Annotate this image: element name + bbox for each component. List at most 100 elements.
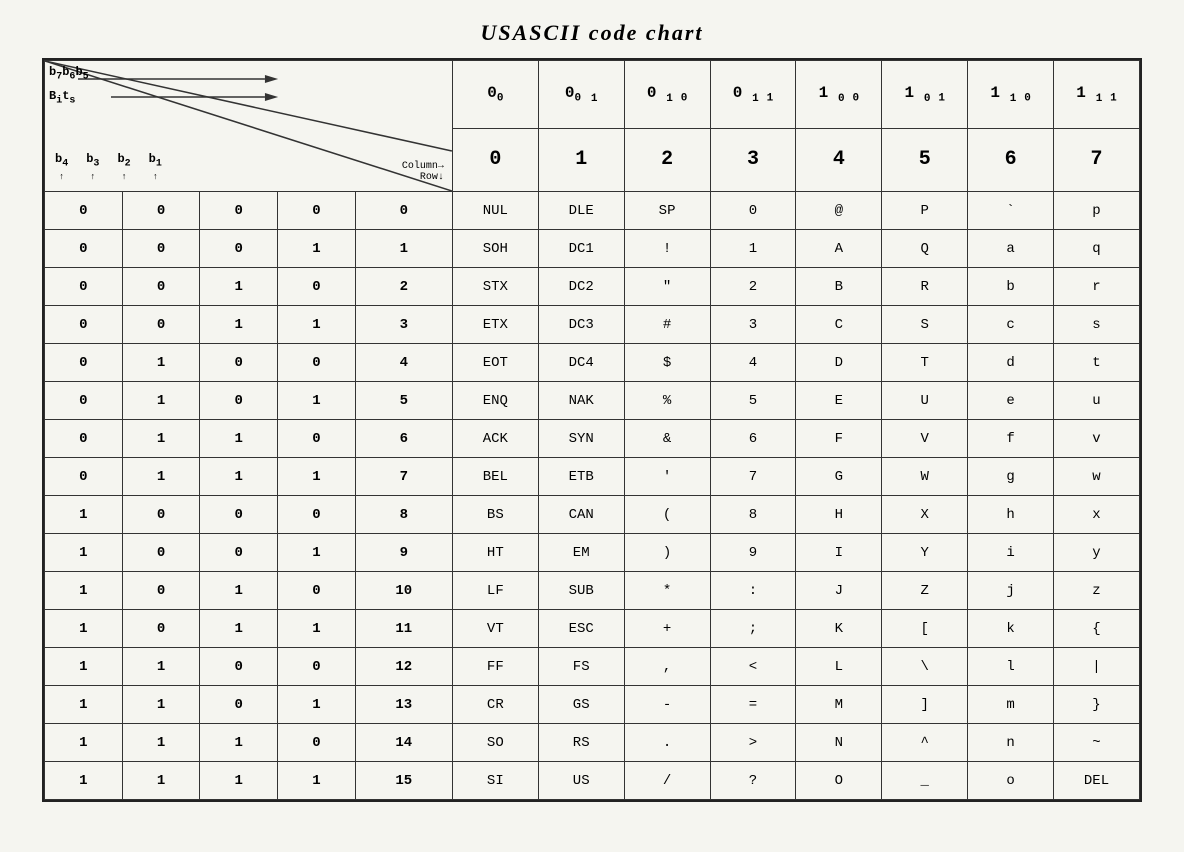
- char-col-3: 2: [710, 268, 796, 306]
- char-col-6: j: [968, 572, 1054, 610]
- b3-label: b3↑: [86, 152, 99, 183]
- char-col-5: ^: [882, 724, 968, 762]
- page-container: USASCII code chart: [42, 20, 1142, 802]
- bit-3-value: 1: [200, 724, 278, 762]
- bit-3-value: 1: [200, 762, 278, 800]
- char-col-7: q: [1054, 230, 1140, 268]
- table-row: 101010LFSUB*:JZjz: [45, 572, 1140, 610]
- char-col-1: DLE: [538, 192, 624, 230]
- col-num-3: 3: [710, 128, 796, 191]
- char-col-7: s: [1054, 306, 1140, 344]
- char-col-1: US: [538, 762, 624, 800]
- bit-2-value: 0: [122, 268, 200, 306]
- row-number: 7: [355, 458, 452, 496]
- char-col-4: I: [796, 534, 882, 572]
- char-col-0: SI: [452, 762, 538, 800]
- bit-3-value: 1: [200, 610, 278, 648]
- char-col-1: ESC: [538, 610, 624, 648]
- col-header-6-top: 1 1 0: [968, 61, 1054, 129]
- bit-1-value: 1: [45, 724, 123, 762]
- bit-1-value: 0: [45, 230, 123, 268]
- bit-3-value: 1: [200, 268, 278, 306]
- char-col-7: z: [1054, 572, 1140, 610]
- char-col-5: T: [882, 344, 968, 382]
- char-col-7: |: [1054, 648, 1140, 686]
- char-col-5: W: [882, 458, 968, 496]
- char-col-1: NAK: [538, 382, 624, 420]
- bit-3-value: 0: [200, 686, 278, 724]
- bit-2-value: 0: [122, 572, 200, 610]
- table-row: 111014SORS.>N^n~: [45, 724, 1140, 762]
- bit-1-value: 0: [45, 458, 123, 496]
- bit-3-value: 1: [200, 306, 278, 344]
- col-num-2: 2: [624, 128, 710, 191]
- char-col-0: BEL: [452, 458, 538, 496]
- table-row: 01106ACKSYN&6FVfv: [45, 420, 1140, 458]
- bit-3-value: 0: [200, 382, 278, 420]
- bit-3-value: 0: [200, 344, 278, 382]
- char-col-7: p: [1054, 192, 1140, 230]
- col-row-label: Column→Row↓: [402, 161, 444, 183]
- bit-4-value: 1: [278, 762, 356, 800]
- char-col-2: SP: [624, 192, 710, 230]
- table-row: 00000NULDLESP0@P`p: [45, 192, 1140, 230]
- char-col-1: EM: [538, 534, 624, 572]
- row-number: 12: [355, 648, 452, 686]
- bit-column-labels: b4↑ b3↑ b2↑ b1↑: [55, 152, 162, 183]
- col-num-1: 1: [538, 128, 624, 191]
- char-col-3: 9: [710, 534, 796, 572]
- char-col-1: DC3: [538, 306, 624, 344]
- char-col-5: V: [882, 420, 968, 458]
- char-col-0: BS: [452, 496, 538, 534]
- char-col-0: ACK: [452, 420, 538, 458]
- char-col-0: ENQ: [452, 382, 538, 420]
- row-number: 6: [355, 420, 452, 458]
- bit-1-value: 1: [45, 610, 123, 648]
- char-col-4: B: [796, 268, 882, 306]
- char-col-7: u: [1054, 382, 1140, 420]
- col-header-1-top: 00 1: [538, 61, 624, 129]
- bit-1-value: 1: [45, 572, 123, 610]
- char-col-3: 3: [710, 306, 796, 344]
- char-col-5: _: [882, 762, 968, 800]
- table-body: 00000NULDLESP0@P`p00011SOHDC1!1AQaq00102…: [45, 192, 1140, 800]
- bit-4-value: 0: [278, 572, 356, 610]
- row-number: 3: [355, 306, 452, 344]
- char-col-6: i: [968, 534, 1054, 572]
- char-col-2: /: [624, 762, 710, 800]
- bit-4-value: 0: [278, 420, 356, 458]
- bit-1-value: 1: [45, 648, 123, 686]
- char-col-1: DC2: [538, 268, 624, 306]
- char-col-3: ;: [710, 610, 796, 648]
- char-col-0: LF: [452, 572, 538, 610]
- bit-3-value: 0: [200, 534, 278, 572]
- bit-4-value: 0: [278, 648, 356, 686]
- char-col-3: 4: [710, 344, 796, 382]
- bit-4-value: 0: [278, 496, 356, 534]
- table-row: 00113ETXDC3#3CScs: [45, 306, 1140, 344]
- char-col-2: ': [624, 458, 710, 496]
- char-col-2: (: [624, 496, 710, 534]
- char-col-4: L: [796, 648, 882, 686]
- bit-2-value: 0: [122, 534, 200, 572]
- char-col-7: ~: [1054, 724, 1140, 762]
- char-col-7: {: [1054, 610, 1140, 648]
- col-num-7: 7: [1054, 128, 1140, 191]
- char-col-0: SO: [452, 724, 538, 762]
- bit-2-value: 1: [122, 458, 200, 496]
- bit-1-value: 0: [45, 192, 123, 230]
- char-col-5: R: [882, 268, 968, 306]
- char-col-6: f: [968, 420, 1054, 458]
- row-number: 14: [355, 724, 452, 762]
- row-number: 13: [355, 686, 452, 724]
- bit-2-value: 0: [122, 610, 200, 648]
- char-col-4: E: [796, 382, 882, 420]
- char-col-5: ]: [882, 686, 968, 724]
- char-col-1: DC1: [538, 230, 624, 268]
- bit-2-value: 1: [122, 344, 200, 382]
- table-row: 110113CRGS-=M]m}: [45, 686, 1140, 724]
- char-col-7: }: [1054, 686, 1140, 724]
- char-col-6: g: [968, 458, 1054, 496]
- char-col-6: n: [968, 724, 1054, 762]
- b76-label: b7b6b5: [49, 65, 89, 82]
